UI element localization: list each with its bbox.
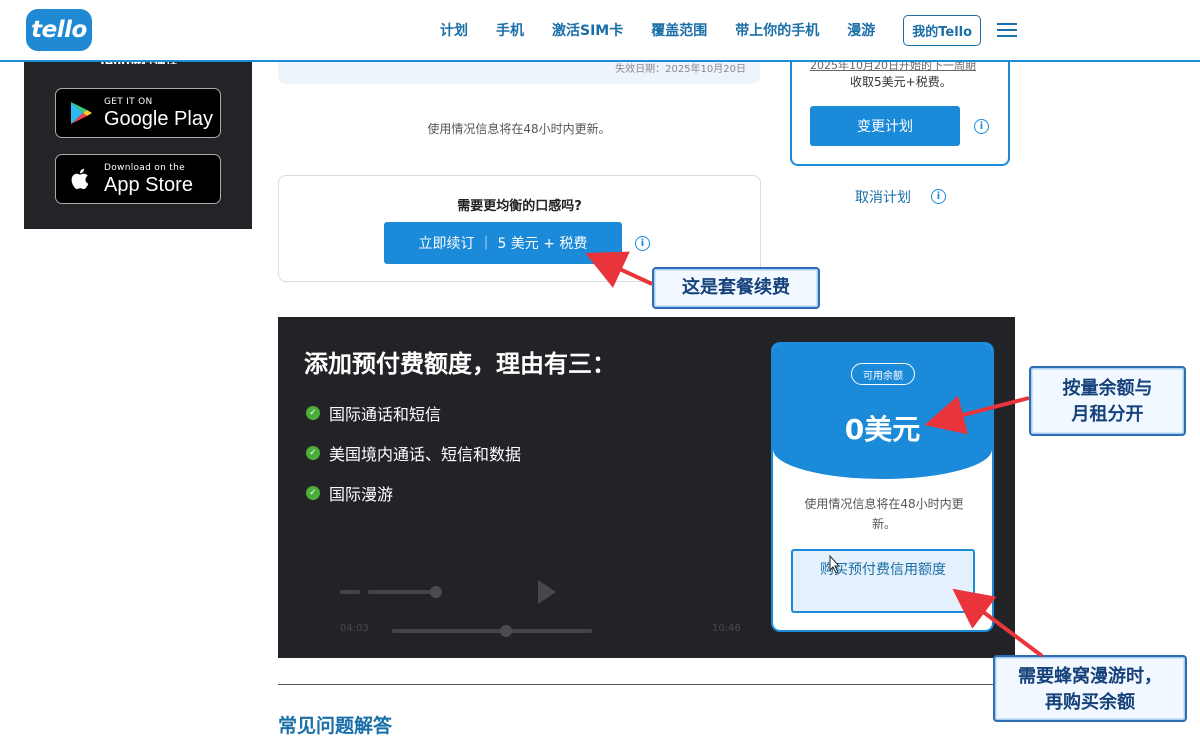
volume-slider[interactable]: [368, 590, 438, 594]
callout-buy-when-roaming: 需要蜂窝漫游时， 再购买余额: [993, 655, 1187, 722]
main-nav: 计划 手机 激活SIM卡 覆盖范围 带上你的手机 漫游 我的Tello: [440, 14, 1018, 46]
app-download-panel: Tello进行通话 GET IT ON Google Play Download…: [24, 56, 252, 229]
check-icon: ✓: [306, 486, 320, 500]
nav-plans[interactable]: 计划: [440, 20, 468, 40]
nav-roaming[interactable]: 漫游: [847, 20, 875, 40]
check-icon: ✓: [306, 446, 320, 460]
callout-renewal-fee: 这是套餐续费: [652, 267, 820, 309]
google-play-button[interactable]: GET IT ON Google Play: [55, 88, 221, 138]
app-store-small-text: Download on the: [104, 162, 185, 173]
callout-line: 按量余额与: [1062, 378, 1153, 399]
expiry-date-text: 失效日期：2025年10月20日: [615, 64, 746, 75]
balance-amount: 0美元: [844, 413, 921, 446]
available-balance-badge: 可用余额: [851, 363, 915, 385]
progress-slider[interactable]: [392, 629, 592, 633]
video-time-current: 04:03: [340, 623, 369, 634]
nav-activate-sim[interactable]: 激活SIM卡: [552, 20, 623, 40]
play-icon[interactable]: [538, 580, 556, 604]
reason-label: 美国境内通话、短信和数据: [329, 445, 522, 464]
plan-status-box: 失效日期：2025年10月20日: [278, 62, 760, 84]
renew-question: 需要更均衡的口感吗?: [457, 199, 582, 214]
info-icon[interactable]: i: [635, 236, 650, 251]
google-play-icon: [71, 102, 92, 124]
site-header: tello 计划 手机 激活SIM卡 覆盖范围 带上你的手机 漫游 我的Tell…: [0, 0, 1200, 62]
my-tello-button[interactable]: 我的Tello: [903, 14, 982, 46]
callout-line: 月租分开: [1071, 404, 1144, 425]
callout-line: 需要蜂窝漫游时，: [1018, 666, 1162, 687]
google-play-small-text: GET IT ON: [104, 96, 153, 107]
plan-box: 2025年10月20日开始的下一周期 收取5美元+税费。 变更计划 i: [790, 50, 1010, 166]
nav-phones[interactable]: 手机: [496, 20, 524, 40]
progress-knob[interactable]: [500, 625, 512, 637]
hamburger-icon[interactable]: [997, 23, 1018, 37]
renew-box: 需要更均衡的口感吗? 立即续订 ｜ 5 美元 + 税费 i: [278, 175, 761, 282]
google-play-big-text: Google Play: [104, 107, 213, 130]
callout-line: 再购买余额: [1045, 692, 1135, 713]
info-icon[interactable]: i: [974, 119, 989, 134]
apple-icon: [71, 168, 89, 190]
change-plan-button[interactable]: 变更计划: [810, 106, 960, 146]
balance-card: 可用余额 0美元 使用情况信息将在48小时内更新。 购买预付费信用额度: [771, 342, 994, 632]
reason-item: ✓ 美国境内通话、短信和数据: [306, 441, 521, 465]
reason-item: ✓ 国际漫游: [306, 481, 393, 505]
tello-logo[interactable]: tello: [26, 9, 92, 51]
buy-prepaid-credit-button[interactable]: 购买预付费信用额度: [791, 549, 975, 613]
cancel-plan-link[interactable]: 取消计划: [855, 187, 911, 207]
usage-update-note: 使用情况信息将在48小时内更新。: [427, 122, 611, 136]
volume-knob[interactable]: [430, 586, 442, 598]
next-cycle-fee: 收取5美元+税费。: [850, 75, 952, 89]
video-controls: 04:03 10:46: [340, 572, 750, 642]
callout-balance-separate: 按量余额与 月租分开: [1029, 366, 1186, 436]
reason-label: 国际漫游: [329, 485, 394, 504]
volume-icon[interactable]: [340, 590, 360, 594]
nav-coverage[interactable]: 覆盖范围: [651, 20, 707, 40]
renew-now-button[interactable]: 立即续订 ｜ 5 美元 + 税费: [384, 222, 622, 264]
faq-title: 常见问题解答: [278, 715, 393, 737]
app-store-button[interactable]: Download on the App Store: [55, 154, 221, 204]
check-icon: ✓: [306, 406, 320, 420]
reason-label: 国际通话和短信: [329, 405, 442, 424]
app-store-big-text: App Store: [104, 173, 193, 196]
video-time-total: 10:46: [712, 623, 741, 634]
section-divider: [278, 684, 1015, 685]
prepaid-title: 添加预付费额度，理由有三：: [304, 350, 616, 378]
balance-usage-note: 使用情况信息将在48小时内更新。: [804, 497, 964, 531]
nav-bring-phone[interactable]: 带上你的手机: [735, 20, 819, 40]
info-icon[interactable]: i: [931, 189, 946, 204]
reason-item: ✓ 国际通话和短信: [306, 401, 441, 425]
